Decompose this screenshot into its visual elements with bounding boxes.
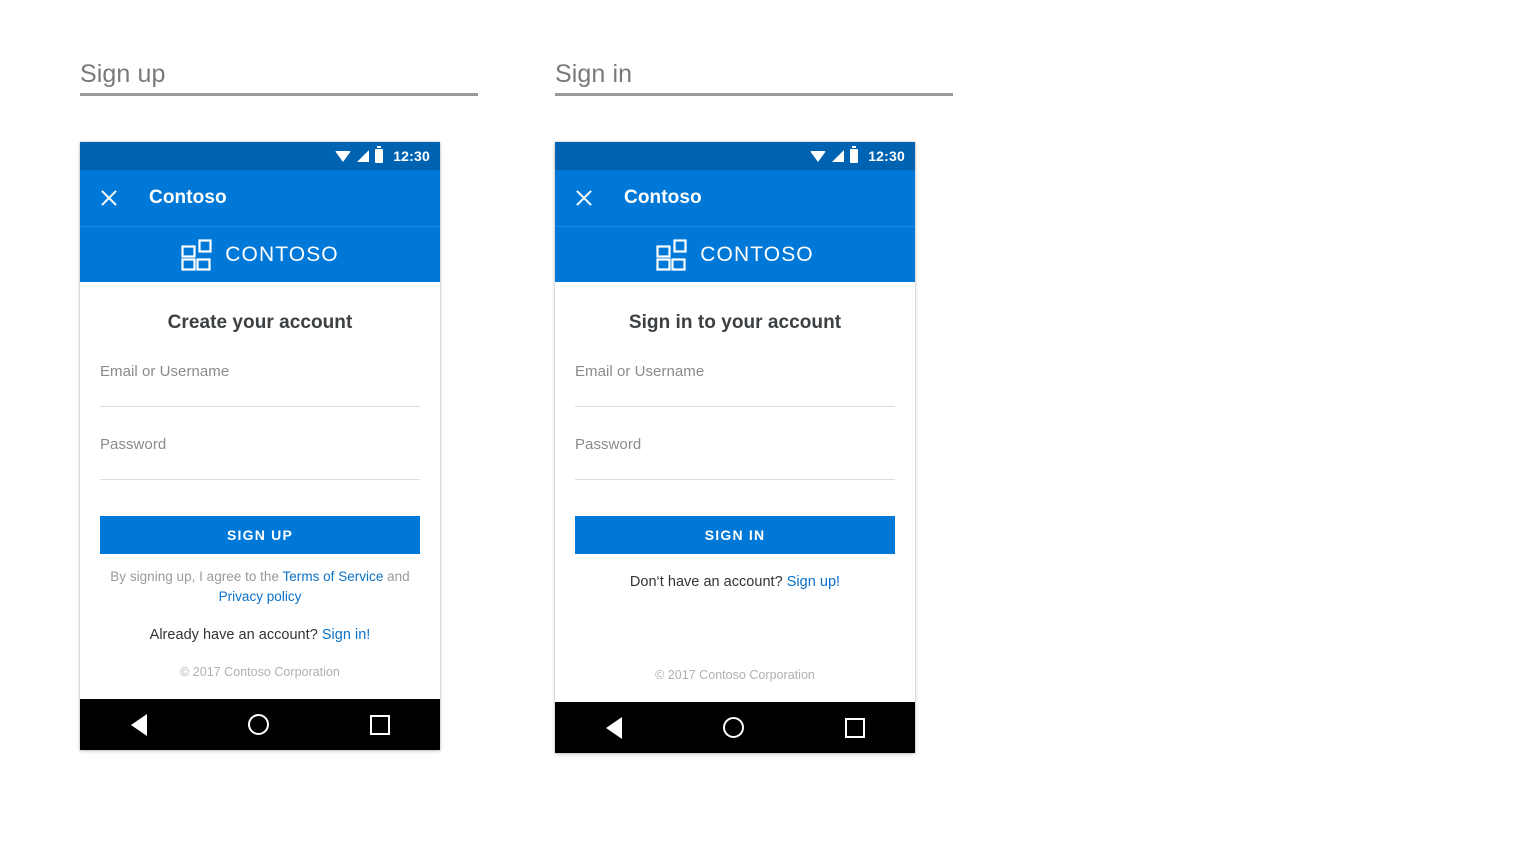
brand-band: CONTOSO [555,226,915,282]
contoso-grid-logo-icon [181,238,213,271]
phone-mock-sign-in: 12:30 Contoso CONTOSO Sign in to your ac… [555,142,915,753]
app-bar-title: Contoso [624,187,702,208]
sign-in-link[interactable]: Sign in! [322,627,371,643]
password-field[interactable]: Password [575,434,895,480]
close-icon[interactable] [96,185,122,211]
battery-icon [850,146,859,163]
sign-up-button[interactable]: SIGN UP [100,516,420,554]
email-or-username-label: Email or Username [100,363,230,380]
section-title-sign-up: Sign up [80,60,166,88]
password-label: Password [100,436,167,453]
legal-lead: By signing up, I agree to the [110,569,283,584]
copyright-text: © 2017 Contoso Corporation [655,668,815,682]
sign-up-link[interactable]: Sign up! [787,574,840,590]
contoso-grid-logo-icon [656,238,688,271]
status-bar-icons: 12:30 [810,146,905,164]
brand-name: CONTOSO [700,242,814,266]
legal-middle: and [383,569,410,584]
recents-nav-icon[interactable] [844,717,865,738]
app-bar: Contoso [555,170,915,226]
app-bar-title: Contoso [149,187,227,208]
status-bar-clock: 12:30 [393,148,430,164]
terms-of-service-link[interactable]: Terms of Service [283,569,384,584]
sign-in-prompt: Already have an account? Sign in! [100,627,420,643]
sign-up-prompt: Don‘t have an account? Sign up! [575,574,895,590]
form-heading: Create your account [167,312,353,333]
email-or-username-field[interactable]: Email or Username [575,361,895,407]
battery-icon [375,146,384,163]
sign-in-prompt-text: Already have an account? [149,627,322,643]
app-bar: Contoso [80,170,440,226]
copyright-text: © 2017 Contoso Corporation [180,665,340,679]
section-title-sign-in: Sign in [555,60,633,88]
email-or-username-label: Email or Username [575,363,705,380]
phone-mock-sign-up: 12:30 Contoso CONTOSO Create your accoun… [80,142,440,750]
card-body-sign-up: Create your account Email or Username Pa… [80,282,440,699]
form-heading: Sign in to your account [628,312,842,333]
recents-nav-icon[interactable] [369,714,390,735]
status-bar-icons: 12:30 [335,146,430,164]
status-bar: 12:30 [80,142,440,170]
password-field[interactable]: Password [100,434,420,480]
sign-in-button[interactable]: SIGN IN [575,516,895,554]
screen: Sign up 12:30 Contoso CONTOSO Create you… [0,0,1518,863]
brand-band: CONTOSO [80,226,440,282]
card-body-sign-in: Sign in to your account Email or Usernam… [555,282,915,702]
wifi-icon [335,150,352,162]
back-nav-icon[interactable] [605,716,622,739]
section-divider-sign-up [80,93,478,96]
brand-name: CONTOSO [225,242,339,266]
legal-text: By signing up, I agree to the Terms of S… [100,567,420,607]
wifi-icon [810,150,827,162]
android-nav-bar [80,699,440,750]
close-icon[interactable] [571,185,597,211]
password-label: Password [575,436,642,453]
home-nav-icon[interactable] [722,717,744,738]
email-or-username-field[interactable]: Email or Username [100,361,420,407]
home-nav-icon[interactable] [247,714,269,735]
privacy-policy-link[interactable]: Privacy policy [219,589,302,604]
section-divider-sign-in [555,93,953,96]
sign-up-prompt-text: Don‘t have an account? [629,574,787,590]
signal-icon [357,150,370,162]
back-nav-icon[interactable] [130,713,147,736]
status-bar: 12:30 [555,142,915,170]
status-bar-clock: 12:30 [868,148,905,164]
signal-icon [832,150,845,162]
android-nav-bar [555,702,915,753]
